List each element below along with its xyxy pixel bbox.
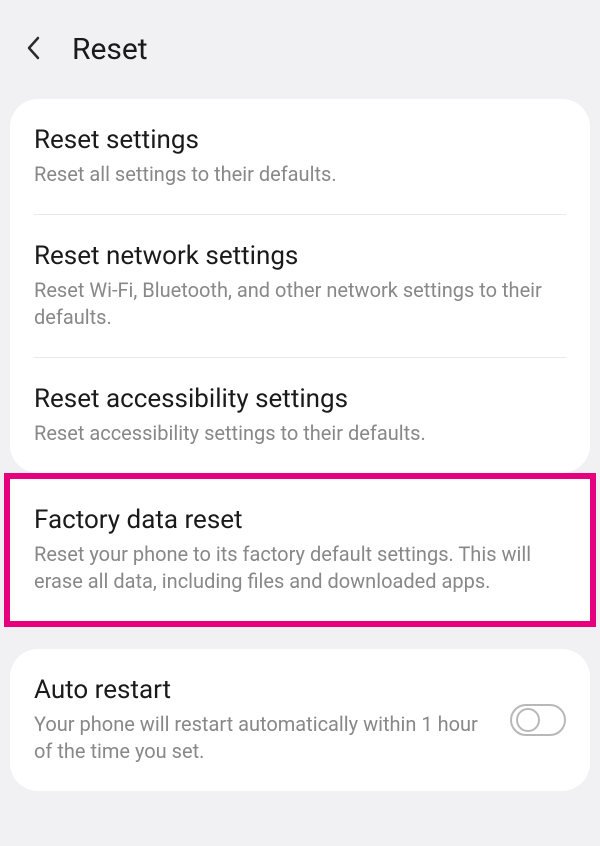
toggle-text: Auto restart Your phone will restart aut… bbox=[34, 675, 510, 765]
item-title: Reset accessibility settings bbox=[34, 384, 566, 414]
auto-restart-toggle[interactable] bbox=[510, 704, 566, 736]
header: Reset bbox=[0, 0, 600, 99]
auto-restart-item[interactable]: Auto restart Your phone will restart aut… bbox=[10, 649, 590, 791]
item-desc: Reset Wi-Fi, Bluetooth, and other networ… bbox=[34, 277, 566, 331]
item-title: Auto restart bbox=[34, 675, 494, 705]
item-desc: Reset all settings to their defaults. bbox=[34, 161, 566, 188]
reset-network-settings-item[interactable]: Reset network settings Reset Wi-Fi, Blue… bbox=[10, 215, 590, 357]
reset-options-card: Reset settings Reset all settings to the… bbox=[10, 99, 590, 473]
item-desc: Your phone will restart automatically wi… bbox=[34, 711, 494, 765]
toggle-off-icon bbox=[510, 721, 566, 740]
item-desc: Reset your phone to its factory default … bbox=[34, 541, 566, 595]
item-desc: Reset accessibility settings to their de… bbox=[34, 420, 566, 447]
page-title: Reset bbox=[72, 32, 148, 67]
item-title: Reset settings bbox=[34, 125, 566, 155]
chevron-left-icon bbox=[24, 34, 44, 65]
factory-data-reset-item[interactable]: Factory data reset Reset your phone to i… bbox=[10, 479, 590, 621]
highlighted-factory-reset: Factory data reset Reset your phone to i… bbox=[4, 473, 596, 627]
auto-restart-card: Auto restart Your phone will restart aut… bbox=[10, 649, 590, 791]
reset-accessibility-settings-item[interactable]: Reset accessibility settings Reset acces… bbox=[10, 358, 590, 473]
item-title: Reset network settings bbox=[34, 241, 566, 271]
back-button[interactable] bbox=[24, 30, 52, 69]
reset-settings-item[interactable]: Reset settings Reset all settings to the… bbox=[10, 99, 590, 214]
item-title: Factory data reset bbox=[34, 505, 566, 535]
